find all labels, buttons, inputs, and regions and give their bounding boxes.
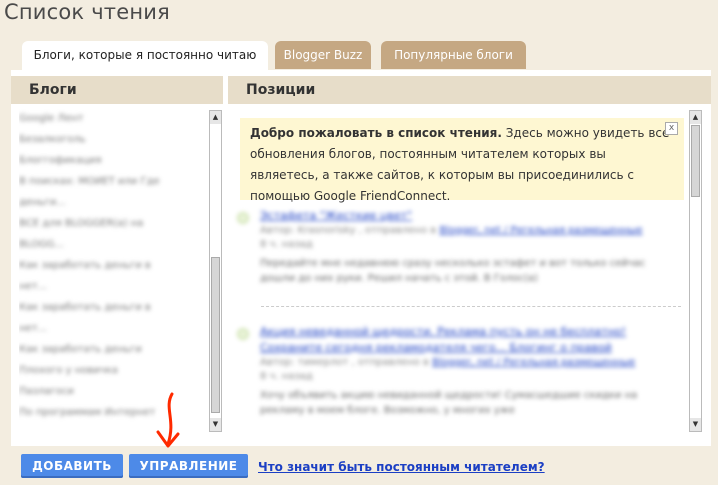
- post-divider: [261, 306, 681, 307]
- tab-popular-blogs[interactable]: Популярные блоги: [381, 41, 526, 69]
- post-meta: Автор: Krasnorisky , отправлено в Blogge…: [260, 225, 643, 236]
- blog-item[interactable]: Как заработать деньги: [19, 339, 209, 360]
- scroll-thumb[interactable]: [691, 125, 700, 197]
- positions-scrollbar[interactable]: ▲ ▼: [689, 110, 702, 432]
- scroll-down-icon[interactable]: ▼: [210, 418, 221, 431]
- post-item: Эстафета "Жесткие цвет" Автор: Krasnoris…: [237, 208, 680, 286]
- post-source-link[interactable]: Blogger, net / Регельная размещенные: [439, 225, 642, 236]
- red-arrow-icon: [156, 392, 180, 448]
- close-icon[interactable]: x: [665, 122, 678, 135]
- blog-item[interactable]: ВСЕ для BLOGGER(а) на: [19, 213, 209, 234]
- scroll-up-icon[interactable]: ▲: [210, 111, 221, 124]
- blogs-column-header: Блоги: [11, 76, 223, 104]
- post-source-link[interactable]: Blogger, net / Регельная размещенные: [432, 357, 635, 368]
- post-age: 8 ч. назад: [260, 371, 313, 382]
- post-title[interactable]: Акция неведанной щедрости. Реклама пусть…: [260, 324, 680, 356]
- scroll-up-icon[interactable]: ▲: [690, 111, 701, 124]
- welcome-message: Добро пожаловать в список чтения. Здесь …: [240, 118, 684, 203]
- blog-item[interactable]: Безалкоголь: [19, 129, 209, 150]
- blog-item[interactable]: В поисках: МОИЕТ или Где: [19, 171, 209, 192]
- manage-button[interactable]: УПРАВЛЕНИЕ: [129, 454, 248, 478]
- blogs-scrollbar[interactable]: ▲ ▼: [209, 110, 222, 432]
- blog-item[interactable]: Как заработать деньги в: [19, 297, 209, 318]
- blog-list: Google Лент Безалкоголь Блоггофикация В …: [19, 108, 209, 432]
- blog-item[interactable]: BLOGG...: [19, 234, 209, 255]
- reading-list-panel: Блоги Позиции Google Лент Безалкоголь Бл…: [11, 70, 711, 446]
- blog-item[interactable]: деньги...: [19, 192, 209, 213]
- blog-item[interactable]: нет...: [19, 276, 209, 297]
- unread-dot-icon: [237, 328, 249, 340]
- positions-column-header: Позиции: [228, 76, 711, 104]
- add-button[interactable]: ДОБАВИТЬ: [21, 454, 123, 478]
- post-age: 8 ч. назад: [260, 239, 313, 250]
- blog-item[interactable]: Google Лент: [19, 108, 209, 129]
- blog-item[interactable]: Блоггофикация: [19, 150, 209, 171]
- welcome-heading: Добро пожаловать в список чтения.: [250, 126, 502, 140]
- help-link[interactable]: Что значит быть постоянным читателем?: [258, 460, 545, 474]
- post-title[interactable]: Эстафета "Жесткие цвет": [260, 208, 680, 224]
- post-snippet: Передайте мне недавнюю сразу несколько э…: [260, 258, 646, 284]
- post-meta: Автор: тимерлот , отправлено в Blogger, …: [260, 357, 636, 368]
- scroll-down-icon[interactable]: ▼: [690, 418, 701, 431]
- tab-blogger-buzz[interactable]: Blogger Buzz: [275, 41, 371, 69]
- blog-item[interactable]: Как заработать деньги в: [19, 255, 209, 276]
- post-item: Акция неведанной щедрости. Реклама пусть…: [237, 324, 680, 418]
- blog-item[interactable]: Плохого у новичка: [19, 360, 209, 381]
- page-title: Список чтения: [4, 0, 170, 24]
- blog-item[interactable]: нет...: [19, 318, 209, 339]
- scroll-thumb[interactable]: [211, 257, 220, 413]
- unread-dot-icon: [237, 212, 249, 224]
- tab-my-blogs[interactable]: Блоги, которые я постоянно читаю: [22, 41, 268, 71]
- post-snippet: Хочу объявить акцию невиданной щедрости!…: [260, 390, 638, 416]
